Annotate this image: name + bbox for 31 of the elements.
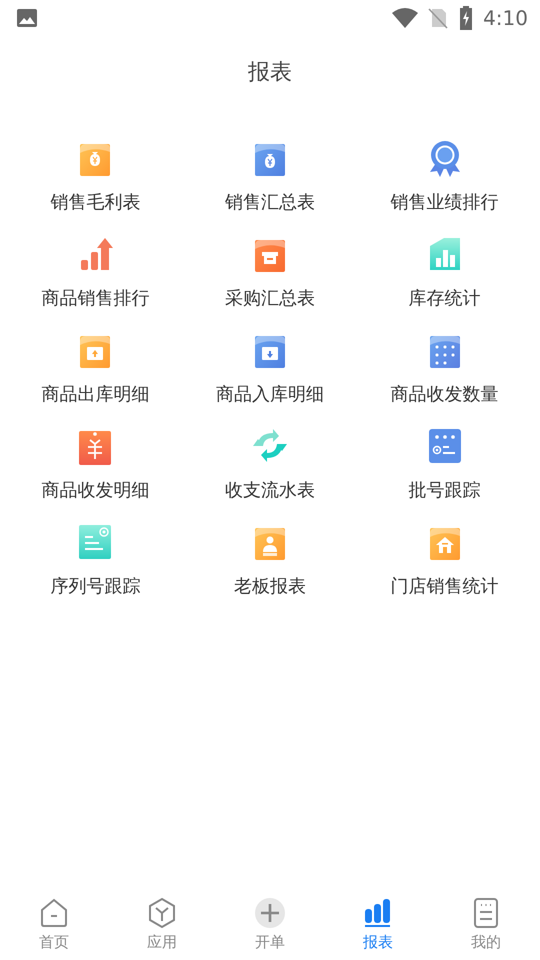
report-item[interactable]: 采购汇总表 [182, 234, 358, 310]
report-item[interactable]: 门店销售统计 [357, 522, 532, 598]
wifi-icon [391, 7, 420, 29]
page-title: 报表 [248, 59, 292, 87]
clock-time: 4:10 [483, 6, 528, 30]
home-icon [39, 897, 69, 929]
report-item[interactable]: 批号跟踪 [357, 426, 532, 502]
report-item[interactable]: 销售毛利表 [8, 138, 183, 214]
bar-chart-icon [363, 897, 393, 929]
battery-charging-icon [459, 6, 474, 30]
report-item[interactable]: 商品入库明细 [182, 330, 358, 406]
nav-tab[interactable]: 应用 [122, 897, 202, 952]
nav-tab[interactable]: 开单 [230, 897, 310, 952]
report-item[interactable]: 商品收发数量 [357, 330, 532, 406]
report-item[interactable]: 库存统计 [357, 234, 532, 310]
report-item[interactable]: 老板报表 [182, 522, 358, 598]
cube-icon [147, 897, 177, 929]
report-item[interactable]: 销售业绩排行 [357, 138, 532, 214]
nav-tab[interactable]: 报表 [338, 897, 418, 952]
nav-tab[interactable]: 我的 [446, 897, 526, 952]
report-item[interactable]: 收支流水表 [182, 426, 358, 502]
notepad-icon [471, 897, 501, 929]
report-item[interactable]: 商品收发明细 [8, 426, 183, 502]
report-item[interactable]: 序列号跟踪 [8, 522, 183, 598]
no-sim-icon [427, 7, 450, 29]
report-item[interactable]: 商品销售排行 [8, 234, 183, 310]
add-icon [255, 897, 285, 929]
report-item[interactable]: 销售汇总表 [182, 138, 358, 214]
nav-tab[interactable]: 首页 [14, 897, 94, 952]
report-item[interactable]: 商品出库明细 [8, 330, 183, 406]
image-icon [16, 8, 38, 28]
